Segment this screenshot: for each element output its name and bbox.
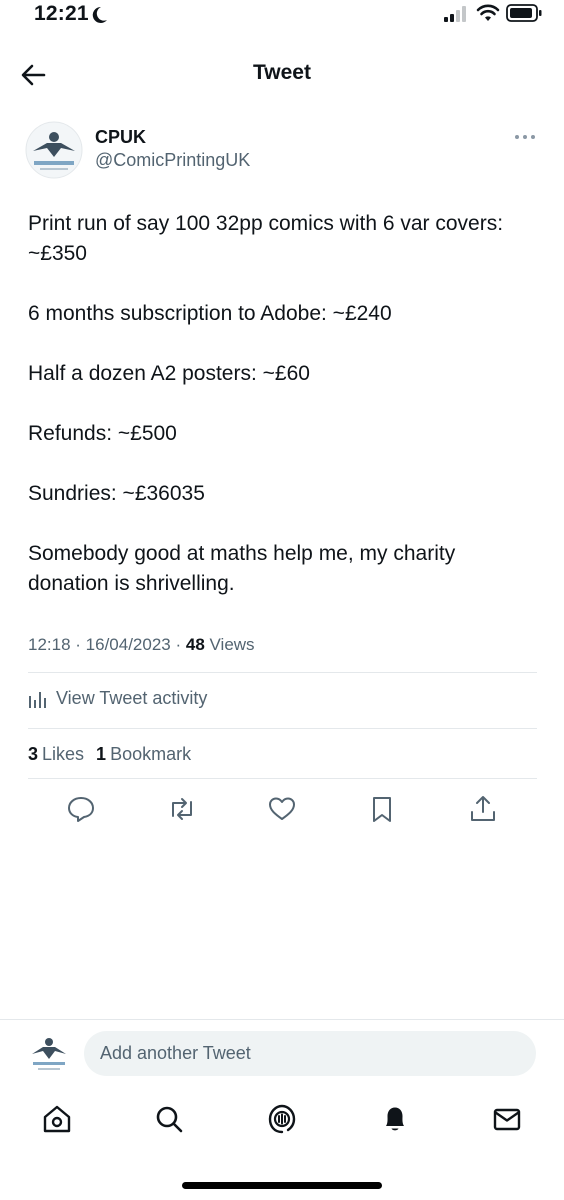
tweet-paragraph: Refunds: ~£500 [28, 422, 177, 445]
share-icon[interactable] [468, 794, 498, 824]
bookmark-icon[interactable] [367, 794, 397, 824]
my-avatar[interactable] [26, 1030, 72, 1076]
bookmarks-label: Bookmark [110, 744, 192, 764]
retweet-icon[interactable] [167, 794, 197, 824]
likes-label: Likes [42, 744, 85, 764]
search-icon[interactable] [154, 1103, 184, 1135]
moon-icon [92, 6, 107, 23]
likes-count: 3 [28, 744, 39, 764]
bookmarks-stat[interactable]: 1 Bookmark [96, 744, 191, 765]
home-icon[interactable] [42, 1103, 72, 1135]
view-activity-link[interactable]: View Tweet activity [28, 688, 207, 709]
tweet-paragraph: Sundries: ~£36035 [28, 482, 205, 505]
wifi-icon [476, 4, 500, 21]
bell-icon[interactable] [380, 1103, 410, 1135]
engagement-stats: 3 Likes 1 Bookmark [28, 744, 191, 765]
more-dots-icon[interactable] [512, 128, 538, 146]
tweet-date: 16/04/2023 [85, 635, 171, 654]
reply-icon[interactable] [66, 794, 96, 824]
avatar[interactable] [25, 121, 83, 179]
analytics-icon [29, 691, 46, 708]
view-activity-label: View Tweet activity [56, 688, 208, 708]
tweet-paragraph: 6 months subscription to Adobe: ~£240 [28, 302, 392, 325]
mail-icon[interactable] [492, 1103, 522, 1135]
home-indicator [182, 1182, 382, 1189]
tweet-meta: 12:18 · 16/04/2023 · 48 Views [28, 635, 255, 654]
heart-icon[interactable] [267, 794, 297, 824]
status-time: 12:21 [34, 2, 89, 25]
bookmarks-count: 1 [96, 744, 107, 764]
divider [0, 1019, 564, 1020]
tweet-paragraph: Print run of say 100 32pp comics with 6 … [28, 212, 504, 265]
divider [28, 778, 537, 779]
divider [28, 672, 537, 673]
views-count: 48 [185, 635, 205, 654]
divider [28, 728, 537, 729]
battery-icon [506, 4, 542, 22]
spaces-icon[interactable] [267, 1103, 297, 1135]
tweet-paragraph: Half a dozen A2 posters: ~£60 [28, 362, 310, 385]
cellular-signal-icon [444, 6, 466, 22]
page-title: Tweet [253, 61, 311, 84]
tweet-paragraph: Somebody good at maths help me, my chari… [28, 542, 456, 595]
author-name[interactable]: CPUK [95, 127, 146, 148]
tweet-time: 12:18 [28, 635, 71, 654]
likes-stat[interactable]: 3 Likes [28, 744, 84, 765]
tweet-text: Print run of say 100 32pp comics with 6 … [28, 209, 538, 599]
reply-input[interactable] [84, 1031, 536, 1076]
author-handle[interactable]: @ComicPrintingUK [95, 150, 250, 171]
views-label: Views [209, 635, 255, 654]
